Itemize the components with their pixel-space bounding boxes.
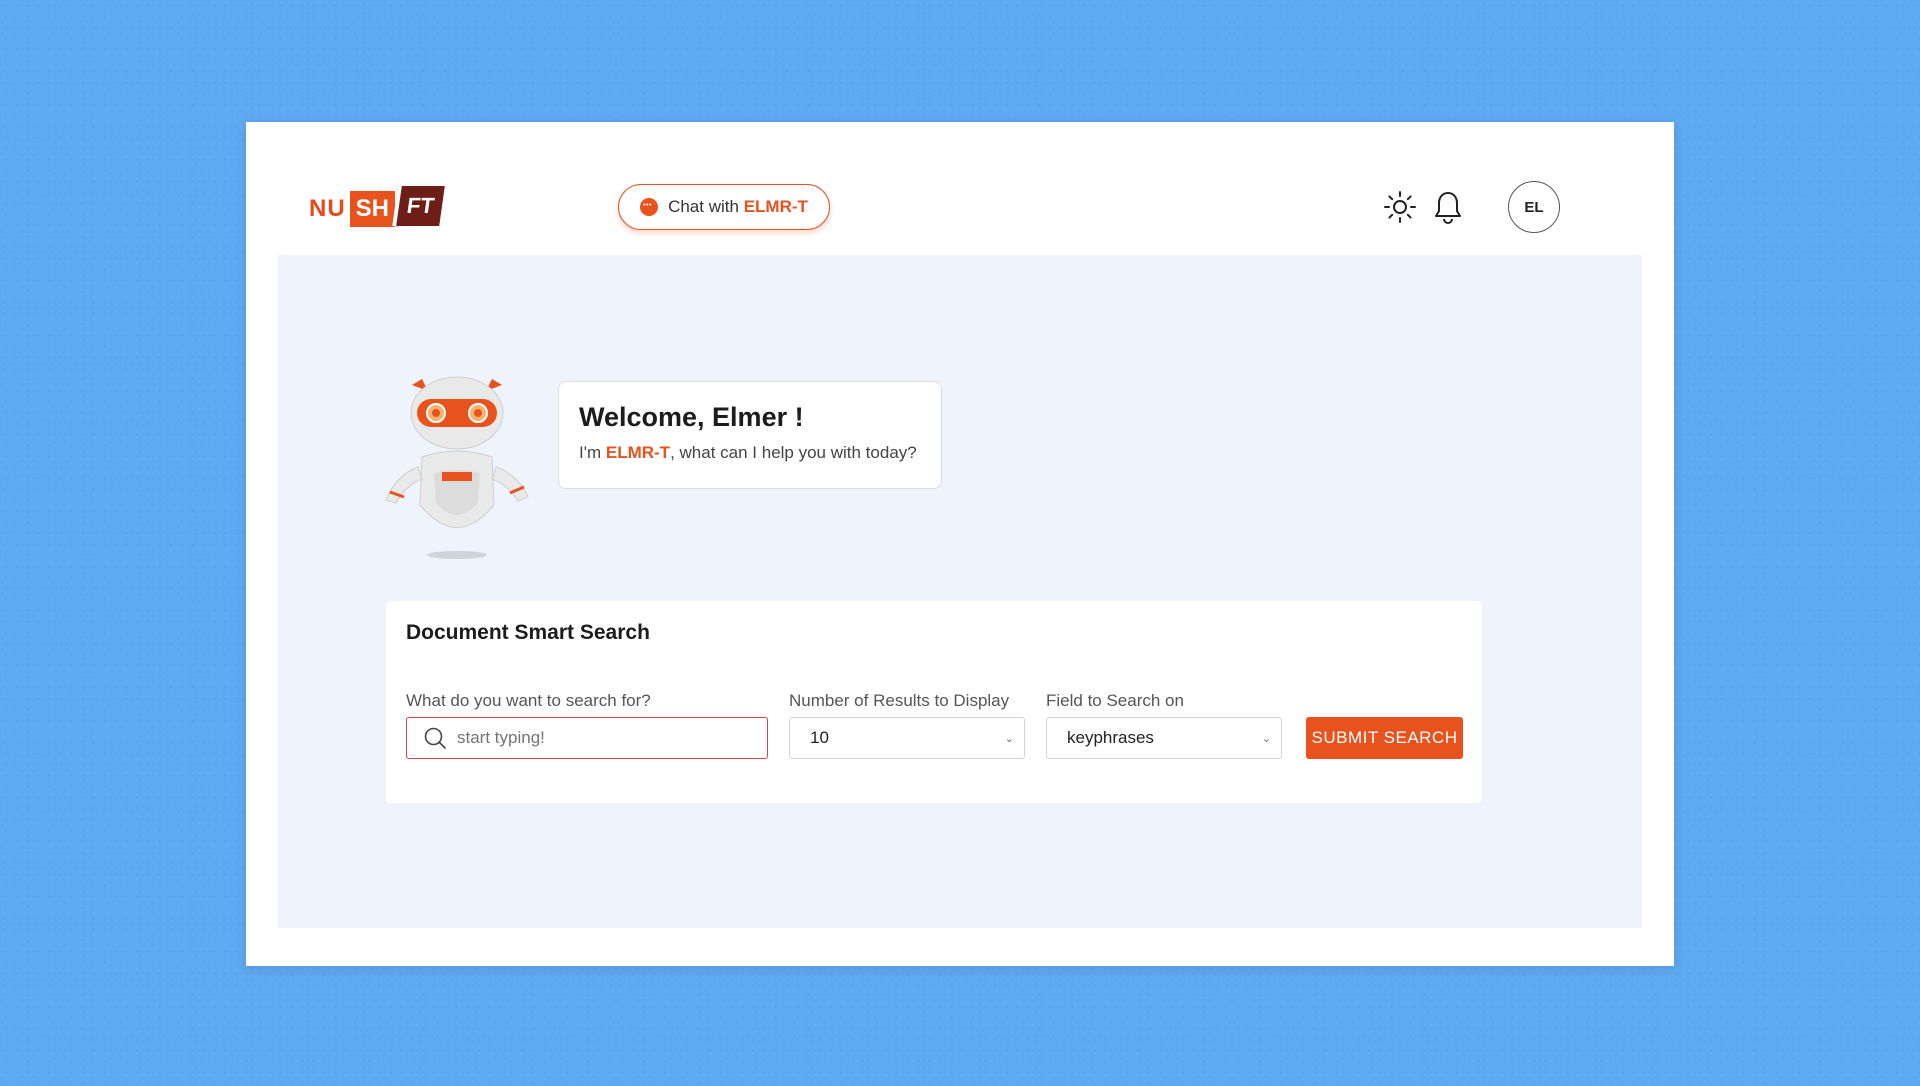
chat-bubble-icon [640, 198, 659, 216]
query-field: What do you want to search for? [406, 691, 768, 759]
chat-button-accent: ELMR-T [743, 197, 808, 216]
search-card-title: Document Smart Search [406, 621, 650, 644]
document-smart-search-card: Document Smart Search What do you want t… [386, 601, 1482, 803]
robot-mascot-image [382, 375, 532, 560]
nushift-logo[interactable]: NU SH FT [309, 186, 445, 231]
search-field-label: Field to Search on [1046, 691, 1184, 710]
chevron-down-icon: ⌄ [1004, 732, 1014, 745]
header-actions: EL [1382, 181, 1560, 233]
welcome-title: Welcome, Elmer ! [579, 402, 804, 432]
welcome-sub-accent: ELMR-T [605, 443, 671, 462]
search-input-box[interactable] [406, 717, 768, 759]
chat-button-prefix: Chat with [668, 197, 739, 216]
logo-text-sh: SH [349, 191, 396, 227]
logo-text-nu: NU [309, 195, 346, 222]
chevron-down-icon: ⌄ [1261, 732, 1271, 745]
app-window: NU SH FT Chat with ELMR-T [246, 122, 1674, 966]
results-count-field: Number of Results to Display 10 ⌄ [789, 691, 1025, 759]
bell-icon[interactable] [1430, 189, 1466, 225]
chat-with-elmrt-button[interactable]: Chat with ELMR-T [618, 184, 830, 230]
search-input[interactable] [457, 728, 757, 748]
submit-search-button[interactable]: SUBMIT SEARCH [1306, 717, 1463, 759]
search-field-value: keyphrases [1067, 728, 1154, 747]
chat-button-label: Chat with ELMR-T [668, 197, 808, 217]
results-count-select[interactable]: 10 ⌄ [789, 717, 1025, 759]
sun-icon[interactable] [1382, 189, 1418, 225]
search-icon [424, 727, 446, 749]
welcome-sub-prefix: I'm [579, 443, 606, 462]
search-field-select[interactable]: keyphrases ⌄ [1046, 717, 1282, 759]
query-label: What do you want to search for? [406, 691, 651, 710]
user-avatar[interactable]: EL [1508, 181, 1560, 233]
results-count-value: 10 [810, 728, 829, 747]
results-count-label: Number of Results to Display [789, 691, 1010, 710]
welcome-subtitle: I'm ELMR-T, what can I help you with tod… [579, 443, 921, 463]
logo-text-ft: FT [392, 186, 445, 226]
main-content: Welcome, Elmer ! I'm ELMR-T, what can I … [278, 255, 1642, 928]
welcome-card: Welcome, Elmer ! I'm ELMR-T, what can I … [558, 381, 942, 489]
welcome-sub-suffix: , what can I help you with today? [670, 443, 917, 462]
search-field-field: Field to Search on keyphrases ⌄ [1046, 691, 1282, 759]
